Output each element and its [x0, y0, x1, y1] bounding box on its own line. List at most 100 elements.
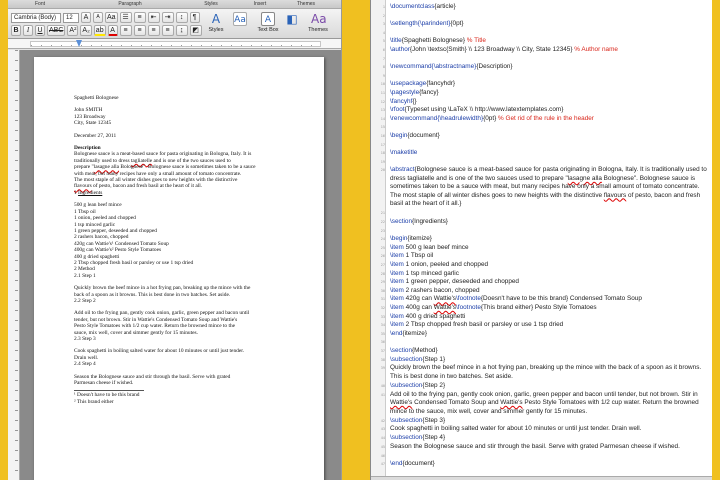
sort-button[interactable]: ↕	[175, 12, 188, 23]
shading-button[interactable]: ◩	[189, 25, 202, 36]
shrink-font-button[interactable]: A	[93, 12, 103, 23]
code-line[interactable]: \item 2 rashers bacon, chopped	[390, 287, 708, 295]
code-line[interactable]: \rfoot{Typeset using \LaTeX \\ http://ww…	[390, 106, 708, 114]
line-number: 43	[380, 427, 385, 432]
shape-button[interactable]: ◧	[280, 12, 304, 27]
subscript-button[interactable]: A₂	[80, 25, 92, 36]
code-line[interactable]: \section{Ingredients}	[390, 218, 708, 226]
ribbon-group-paragraph[interactable]: Paragraph	[72, 0, 188, 8]
line-number: 45	[380, 444, 385, 449]
code-line[interactable]: \setlength{\parindent}{0pt}	[390, 20, 708, 28]
code-line[interactable]: \title{Spaghetti Bolognese} % Title	[390, 37, 708, 45]
code-line[interactable]: Add oil to the frying pan, gently cook o…	[390, 391, 708, 416]
bold-button[interactable]: B	[11, 25, 21, 36]
code-line[interactable]: \pagestyle{fancy}	[390, 89, 708, 97]
indent-button[interactable]: ⇥	[161, 12, 174, 23]
code-line[interactable]: \subsection{Step 4}	[390, 434, 708, 442]
line-number: 23	[380, 228, 385, 233]
code-line[interactable]: \item 1 Tbsp oil	[390, 252, 708, 260]
line-number: 13	[380, 108, 385, 113]
ribbon-group-insert[interactable]: Insert	[234, 0, 286, 8]
line-spacing-button[interactable]: ↨	[175, 25, 188, 36]
code-line[interactable]: \item 500 g lean beef mince	[390, 244, 708, 252]
code-line[interactable]: \newcommand{\abstractname}{Description}	[390, 63, 708, 71]
align-center-button[interactable]: ≡	[133, 25, 146, 36]
code-line[interactable]: \subsection{Step 2}	[390, 382, 708, 390]
code-line[interactable]: Quickly brown the beef mince in a hot fr…	[390, 364, 708, 381]
document-page[interactable]: Spaghetti Bolognese John SMITH 123 Broad…	[34, 57, 324, 480]
line-number: 31	[380, 297, 385, 302]
line-number: 27	[380, 263, 385, 267]
paint-bucket-icon: ◩	[192, 27, 199, 34]
code-line[interactable]: \item 1 tsp minced garlic	[390, 270, 708, 278]
italic-button[interactable]: I	[23, 25, 33, 36]
code-line[interactable]: \section{Method}	[390, 347, 708, 355]
justify-button[interactable]: ≡	[161, 25, 174, 36]
clear-format-button[interactable]: Aa	[105, 12, 118, 23]
bullets-button[interactable]: ☰	[119, 12, 132, 23]
line-number: 37	[380, 349, 385, 353]
text-box-icon: A	[261, 12, 275, 26]
code-line[interactable]: Cook spaghetti in boiling salted water f…	[390, 425, 708, 433]
line-number: 25	[380, 245, 385, 250]
horizontal-ruler[interactable]	[8, 39, 341, 49]
line-number: 44	[380, 436, 385, 440]
line-number: 40	[380, 384, 385, 389]
ribbon-group-styles[interactable]: Styles	[188, 0, 234, 8]
align-right-button[interactable]: ≡	[147, 25, 160, 36]
latex-editor-window[interactable]: 1 \documentclass{article} 2 3 \setlength{\pa…	[370, 0, 712, 480]
code-line[interactable]: \end{document}	[390, 460, 708, 468]
line-number: 34	[380, 323, 385, 328]
document-body[interactable]: Spaghetti Bolognese John SMITH 123 Broad…	[74, 95, 304, 405]
code-line[interactable]: \item 420g can Wattie's\footnote{Doesn't…	[390, 295, 708, 303]
underline-button[interactable]: U	[35, 25, 45, 36]
show-marks-button[interactable]: ¶	[189, 12, 200, 23]
font-color-button[interactable]: A	[107, 25, 118, 36]
ribbon-group-font[interactable]: Font	[8, 0, 72, 8]
code-line[interactable]: \begin{itemize}	[390, 235, 708, 243]
line-number: 29	[380, 280, 385, 285]
styles-gallery[interactable]: Aa	[228, 12, 252, 27]
code-line[interactable]: \item 400g can Wattie's\footnote{This br…	[390, 304, 708, 312]
line-number: 39	[380, 366, 385, 371]
line-number: 5	[382, 39, 385, 44]
highlight-button[interactable]: ab	[93, 25, 106, 36]
code-line[interactable]: \abstract{Bolognese sauce is a meat-base…	[390, 166, 708, 208]
line-number: 16	[380, 134, 385, 138]
code-line[interactable]: \begin{document}	[390, 132, 708, 140]
code-line[interactable]: \maketitle	[390, 149, 708, 157]
superscript-button[interactable]: A²	[67, 25, 79, 36]
code-line[interactable]: \subsection{Step 1}	[390, 356, 708, 364]
code-line[interactable]: \fancyhf{}	[390, 98, 708, 106]
code-line[interactable]: \author{John \textsc{Smith} \\ 123 Broad…	[390, 46, 708, 54]
code-line[interactable]: Season the Bolognese sauce and stir thro…	[390, 443, 708, 451]
themes-button[interactable]: Aa Themes	[306, 12, 330, 33]
line-number: 11	[380, 91, 385, 95]
outdent-button[interactable]: ⇤	[147, 12, 160, 23]
line-number: 22	[380, 220, 385, 224]
code-line[interactable]: \item 1 onion, peeled and chopped	[390, 261, 708, 269]
ribbon-group-themes[interactable]: Themes	[286, 0, 326, 8]
code-line[interactable]: \end{itemize}	[390, 330, 708, 338]
code-line[interactable]: \renewcommand{\headrulewidth}{0pt} % Get…	[390, 115, 708, 123]
styles-button[interactable]: A Styles	[204, 12, 228, 33]
code-line[interactable]: \item 400 g dried spaghetti	[390, 313, 708, 321]
code-line[interactable]: \documentclass{article}	[390, 3, 708, 11]
ribbon-toolbar: Cambria (Body) 12 A A Aa ☰ ≡ ⇤ ⇥ ↕ ¶ B I…	[8, 9, 341, 39]
numbering-button[interactable]: ≡	[133, 12, 146, 23]
line-number: 17	[380, 142, 385, 147]
line-number: 10	[380, 82, 385, 87]
code-line[interactable]: \item 1 green pepper, deseeded and chopp…	[390, 278, 708, 286]
strikethrough-button[interactable]: ABC	[47, 25, 66, 36]
text-box-button[interactable]: A Text Box	[256, 12, 280, 33]
font-size-select[interactable]: 12	[63, 12, 79, 23]
grow-font-button[interactable]: A	[81, 12, 91, 23]
code-line[interactable]: \item 2 Tbsp chopped fresh basil or pars…	[390, 321, 708, 329]
line-number: 15	[380, 125, 385, 130]
code-line[interactable]: \subsection{Step 3}	[390, 417, 708, 425]
code-line[interactable]: \usepackage{fancyhdr}	[390, 80, 708, 88]
font-name-select[interactable]: Cambria (Body)	[11, 12, 61, 23]
line-spacing-icon: ↨	[179, 27, 184, 34]
align-center-icon: ≡	[137, 27, 142, 34]
align-left-button[interactable]: ≡	[119, 25, 132, 36]
